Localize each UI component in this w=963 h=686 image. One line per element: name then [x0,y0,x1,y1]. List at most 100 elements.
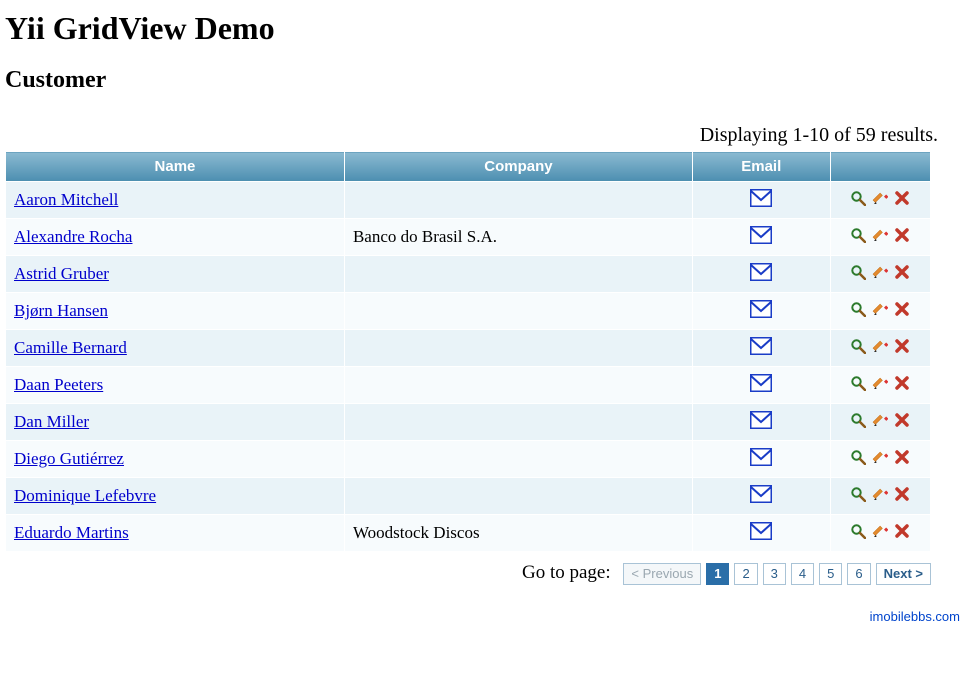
pager-label: Go to page: [522,562,611,583]
customer-name-link[interactable]: Bjørn Hansen [14,301,108,320]
cell-email [692,293,830,330]
view-icon[interactable] [850,523,866,539]
table-row: Alexandre RochaBanco do Brasil S.A. [6,219,931,256]
edit-icon[interactable] [872,486,888,502]
delete-icon[interactable] [894,227,910,243]
delete-icon[interactable] [894,264,910,280]
cell-company [344,256,692,293]
cell-actions [830,478,930,515]
view-icon[interactable] [850,375,866,391]
cell-company [344,367,692,404]
pager: < Previous123456Next > [623,563,931,585]
cell-company [344,293,692,330]
email-icon[interactable] [750,411,772,429]
email-icon[interactable] [750,448,772,466]
cell-actions [830,441,930,478]
customer-name-link[interactable]: Camille Bernard [14,338,127,357]
edit-icon[interactable] [872,523,888,539]
email-icon[interactable] [750,300,772,318]
cell-email [692,404,830,441]
email-icon[interactable] [750,226,772,244]
customer-name-link[interactable]: Aaron Mitchell [14,190,118,209]
table-row: Aaron Mitchell [6,182,931,219]
customer-name-link[interactable]: Alexandre Rocha [14,227,132,246]
cell-email [692,219,830,256]
col-header-actions [830,152,930,182]
cell-name: Alexandre Rocha [6,219,345,256]
cell-company [344,441,692,478]
edit-icon[interactable] [872,412,888,428]
cell-email [692,515,830,552]
view-icon[interactable] [850,227,866,243]
cell-company [344,330,692,367]
delete-icon[interactable] [894,449,910,465]
customer-grid: Name Company Email Aaron Mitchell Alexand… [5,151,931,552]
col-header-name[interactable]: Name [6,152,345,182]
cell-email [692,330,830,367]
pager-next[interactable]: Next > [876,563,931,585]
email-icon[interactable] [750,263,772,281]
customer-name-link[interactable]: Diego Gutiérrez [14,449,124,468]
pager-page-3[interactable]: 3 [763,563,786,585]
delete-icon[interactable] [894,375,910,391]
customer-name-link[interactable]: Eduardo Martins [14,523,129,542]
cell-name: Eduardo Martins [6,515,345,552]
edit-icon[interactable] [872,301,888,317]
cell-email [692,441,830,478]
view-icon[interactable] [850,264,866,280]
cell-name: Camille Bernard [6,330,345,367]
cell-email [692,182,830,219]
email-icon[interactable] [750,189,772,207]
pager-page-2[interactable]: 2 [734,563,757,585]
cell-name: Bjørn Hansen [6,293,345,330]
customer-name-link[interactable]: Astrid Gruber [14,264,109,283]
delete-icon[interactable] [894,486,910,502]
footer: imobilebbs.com [5,609,960,624]
table-row: Daan Peeters [6,367,931,404]
cell-actions [830,256,930,293]
cell-name: Aaron Mitchell [6,182,345,219]
pager-page-6[interactable]: 6 [847,563,870,585]
edit-icon[interactable] [872,264,888,280]
customer-name-link[interactable]: Dominique Lefebvre [14,486,156,505]
email-icon[interactable] [750,522,772,540]
cell-actions [830,367,930,404]
cell-name: Daan Peeters [6,367,345,404]
delete-icon[interactable] [894,190,910,206]
table-row: Camille Bernard [6,330,931,367]
table-row: Bjørn Hansen [6,293,931,330]
view-icon[interactable] [850,190,866,206]
delete-icon[interactable] [894,301,910,317]
view-icon[interactable] [850,338,866,354]
page-title: Yii GridView Demo [5,10,958,47]
cell-actions [830,515,930,552]
edit-icon[interactable] [872,190,888,206]
cell-name: Dominique Lefebvre [6,478,345,515]
email-icon[interactable] [750,485,772,503]
view-icon[interactable] [850,412,866,428]
edit-icon[interactable] [872,449,888,465]
pager-page-4[interactable]: 4 [791,563,814,585]
cell-actions [830,404,930,441]
cell-name: Astrid Gruber [6,256,345,293]
delete-icon[interactable] [894,412,910,428]
col-header-email[interactable]: Email [692,152,830,182]
view-icon[interactable] [850,486,866,502]
footer-link[interactable]: imobilebbs.com [870,609,960,624]
cell-name: Dan Miller [6,404,345,441]
pager-prev: < Previous [623,563,701,585]
delete-icon[interactable] [894,523,910,539]
col-header-company[interactable]: Company [344,152,692,182]
delete-icon[interactable] [894,338,910,354]
customer-name-link[interactable]: Daan Peeters [14,375,103,394]
pager-page-5[interactable]: 5 [819,563,842,585]
edit-icon[interactable] [872,375,888,391]
customer-name-link[interactable]: Dan Miller [14,412,89,431]
edit-icon[interactable] [872,338,888,354]
edit-icon[interactable] [872,227,888,243]
email-icon[interactable] [750,374,772,392]
view-icon[interactable] [850,449,866,465]
view-icon[interactable] [850,301,866,317]
cell-actions [830,182,930,219]
email-icon[interactable] [750,337,772,355]
